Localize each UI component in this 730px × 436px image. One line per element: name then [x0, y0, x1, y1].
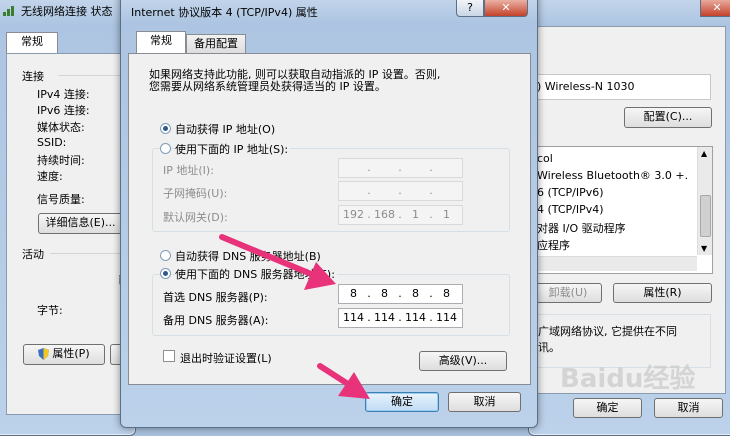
arrow-to-dns-field: [219, 234, 336, 290]
annotation-arrows: [219, 234, 370, 399]
arrow-to-ok-button: [317, 363, 370, 399]
